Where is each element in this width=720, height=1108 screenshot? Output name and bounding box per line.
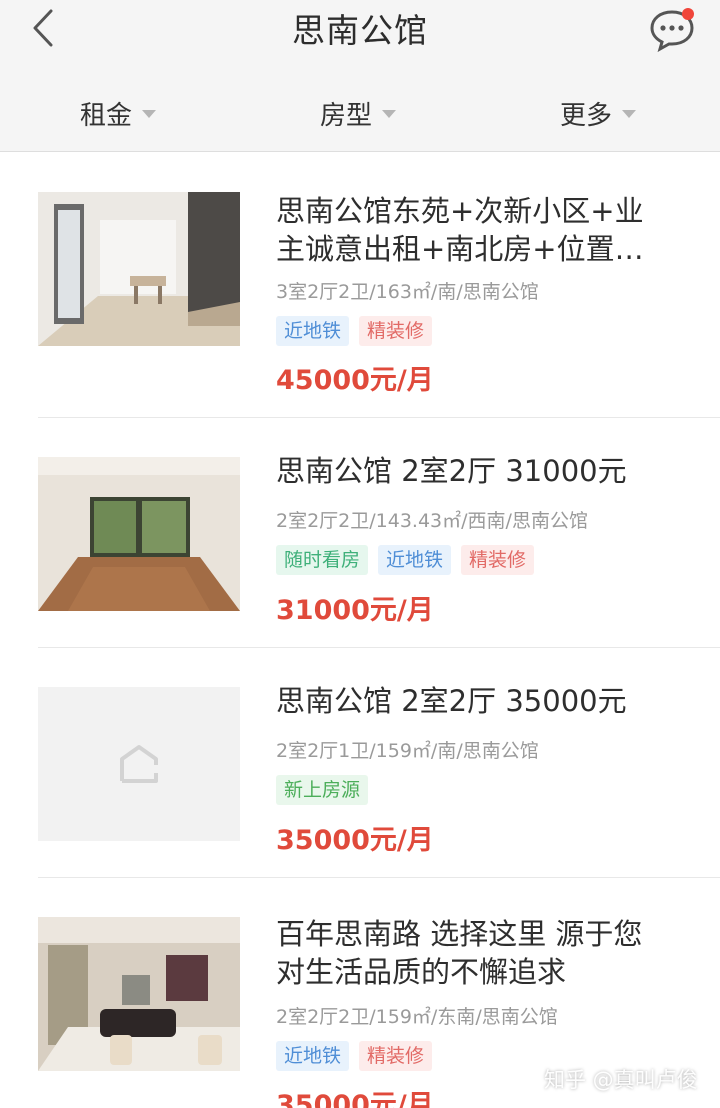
filter-label: 更多 (560, 100, 613, 131)
caret-down-icon (382, 110, 397, 118)
zhihu-watermark: 知乎 @真叫卢俊 (544, 1068, 698, 1092)
tag-group: 近地铁 精装修 (276, 1041, 433, 1071)
top-bar: 思南公馆 租金 房型 更多 (0, 0, 720, 152)
listing-photo-placeholder (38, 687, 240, 841)
filter-more[interactable]: 更多 (560, 90, 637, 136)
listing-title: 思南公馆 2室2厅 35000元 (276, 684, 627, 718)
caret-down-icon (142, 110, 157, 118)
message-button[interactable] (648, 4, 698, 53)
listing-meta: 2室2厅2卫/159㎡/东南/思南公馆 (276, 1006, 558, 1028)
tag-near-subway: 近地铁 (276, 1041, 350, 1071)
tag-group: 随时看房 近地铁 精装修 (276, 545, 535, 575)
unread-badge (682, 8, 694, 20)
tag-new-listing: 新上房源 (276, 775, 369, 805)
listing-item[interactable]: 思南公馆东苑+次新小区+业 主诚意出租+南北房+位置… 3室2厅2卫/163㎡/… (0, 153, 720, 418)
listing-item[interactable]: 思南公馆 2室2厅 35000元 2室2厅1卫/159㎡/南/思南公馆 新上房源… (0, 648, 720, 878)
listing-photo (38, 457, 240, 611)
tag-view-anytime: 随时看房 (276, 545, 369, 575)
listing-item[interactable]: 思南公馆 2室2厅 31000元 2室2厅2卫/143.43㎡/西南/思南公馆 … (0, 418, 720, 648)
listing-price: 35000元/月 (276, 1090, 434, 1108)
tag-fine-decoration: 精装修 (461, 545, 535, 575)
listing-title: 百年思南路 选择这里 源于您 对生活品质的不懈追求 (276, 917, 643, 989)
listing-title: 思南公馆东苑+次新小区+业 主诚意出租+南北房+位置… (276, 194, 644, 266)
tag-near-subway: 近地铁 (276, 316, 350, 346)
listing-price: 45000元/月 (276, 365, 434, 396)
filter-layout[interactable]: 房型 (320, 90, 397, 136)
filter-bar: 租金 房型 更多 (0, 90, 720, 136)
filter-rent[interactable]: 租金 (80, 90, 157, 136)
listing-photo (38, 917, 240, 1071)
filter-label: 房型 (320, 100, 373, 131)
listing-meta: 3室2厅2卫/163㎡/南/思南公馆 (276, 281, 539, 303)
listing-title: 思南公馆 2室2厅 31000元 (276, 454, 627, 488)
page-title: 思南公馆 (292, 11, 428, 50)
listing-meta: 2室2厅1卫/159㎡/南/思南公馆 (276, 740, 539, 762)
tag-fine-decoration: 精装修 (359, 316, 433, 346)
listing-price: 31000元/月 (276, 595, 434, 626)
tag-fine-decoration: 精装修 (359, 1041, 433, 1071)
tag-group: 新上房源 (276, 775, 369, 805)
filter-label: 租金 (80, 100, 133, 131)
listing-price: 35000元/月 (276, 825, 434, 856)
tag-group: 近地铁 精装修 (276, 316, 433, 346)
listing-photo (38, 192, 240, 346)
listing-meta: 2室2厅2卫/143.43㎡/西南/思南公馆 (276, 510, 588, 532)
caret-down-icon (622, 110, 637, 118)
tag-near-subway: 近地铁 (378, 545, 452, 575)
